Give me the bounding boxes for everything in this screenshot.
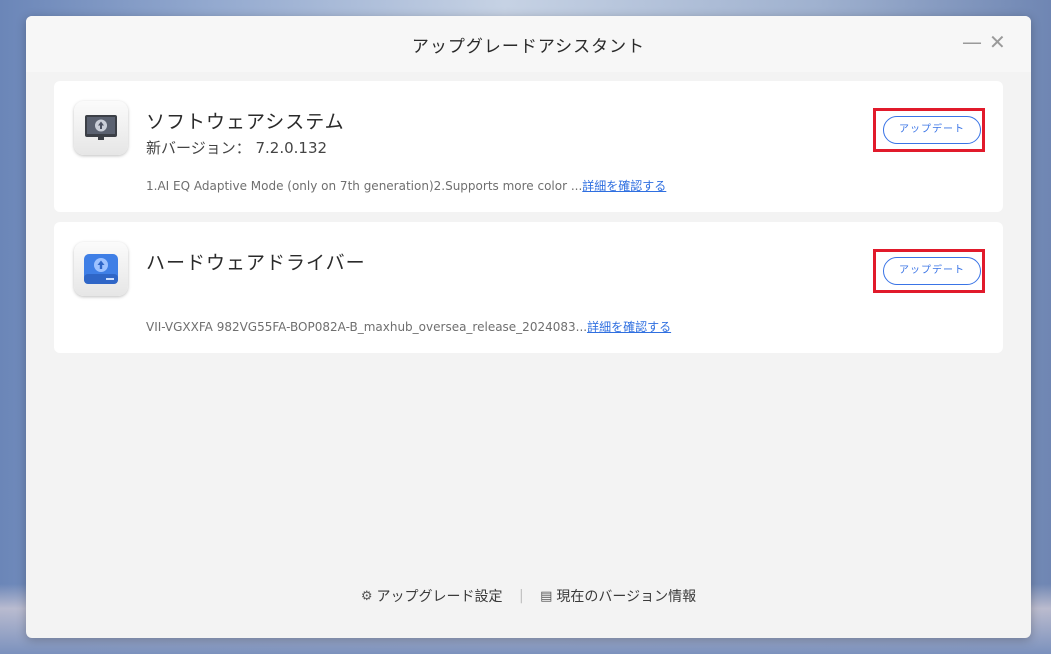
document-icon: ▤: [540, 588, 553, 604]
version-label: 新バージョン： 7.2.0.132: [146, 139, 328, 157]
update-button[interactable]: アップデート: [883, 116, 981, 144]
details-link[interactable]: 詳細を確認する: [587, 320, 671, 334]
description-text: 1.AI EQ Adaptive Mode (only on 7th gener…: [146, 177, 666, 194]
display-upgrade-icon: [74, 101, 128, 155]
upgrade-settings-link[interactable]: ⚙ アップグレード設定: [360, 588, 507, 606]
footer-bar: ⚙ アップグレード設定 | ▤ 現在のバージョン情報: [26, 586, 1031, 606]
description-summary: 1.AI EQ Adaptive Mode (only on 7th gener…: [146, 179, 583, 193]
details-link[interactable]: 詳細を確認する: [582, 179, 666, 193]
card-title: ソフトウェアシステム: [146, 111, 345, 133]
version-info-link[interactable]: ▤ 現在のバージョン情報: [540, 588, 697, 606]
footer-separator: |: [518, 588, 524, 604]
window-title: アップグレードアシスタント: [411, 37, 646, 57]
gear-icon: ⚙: [360, 588, 373, 604]
upgrade-assistant-window: アップグレードアシスタント — ✕ ソフトウェアシステム 新バージョン： 7.2…: [26, 16, 1031, 638]
hard-drive-upgrade-icon: [74, 242, 128, 296]
description-text: VII-VGXXFA 982VG55FA-BOP082A-B_maxhub_ov…: [146, 318, 671, 335]
close-button[interactable]: ✕: [989, 30, 1006, 54]
card-title: ハードウェアドライバー: [146, 252, 366, 274]
update-button[interactable]: アップデート: [883, 257, 981, 285]
upgrade-settings-label: アップグレード設定: [376, 589, 503, 605]
hardware-driver-card: ハードウェアドライバー VII-VGXXFA 982VG55FA-BOP082A…: [54, 222, 1003, 353]
version-info-label: 現在のバージョン情報: [556, 589, 697, 605]
description-summary: VII-VGXXFA 982VG55FA-BOP082A-B_maxhub_ov…: [146, 320, 588, 334]
software-system-card: ソフトウェアシステム 新バージョン： 7.2.0.132 1.AI EQ Ada…: [54, 81, 1003, 212]
minimize-button[interactable]: —: [962, 30, 982, 54]
title-bar: アップグレードアシスタント — ✕: [26, 16, 1031, 72]
